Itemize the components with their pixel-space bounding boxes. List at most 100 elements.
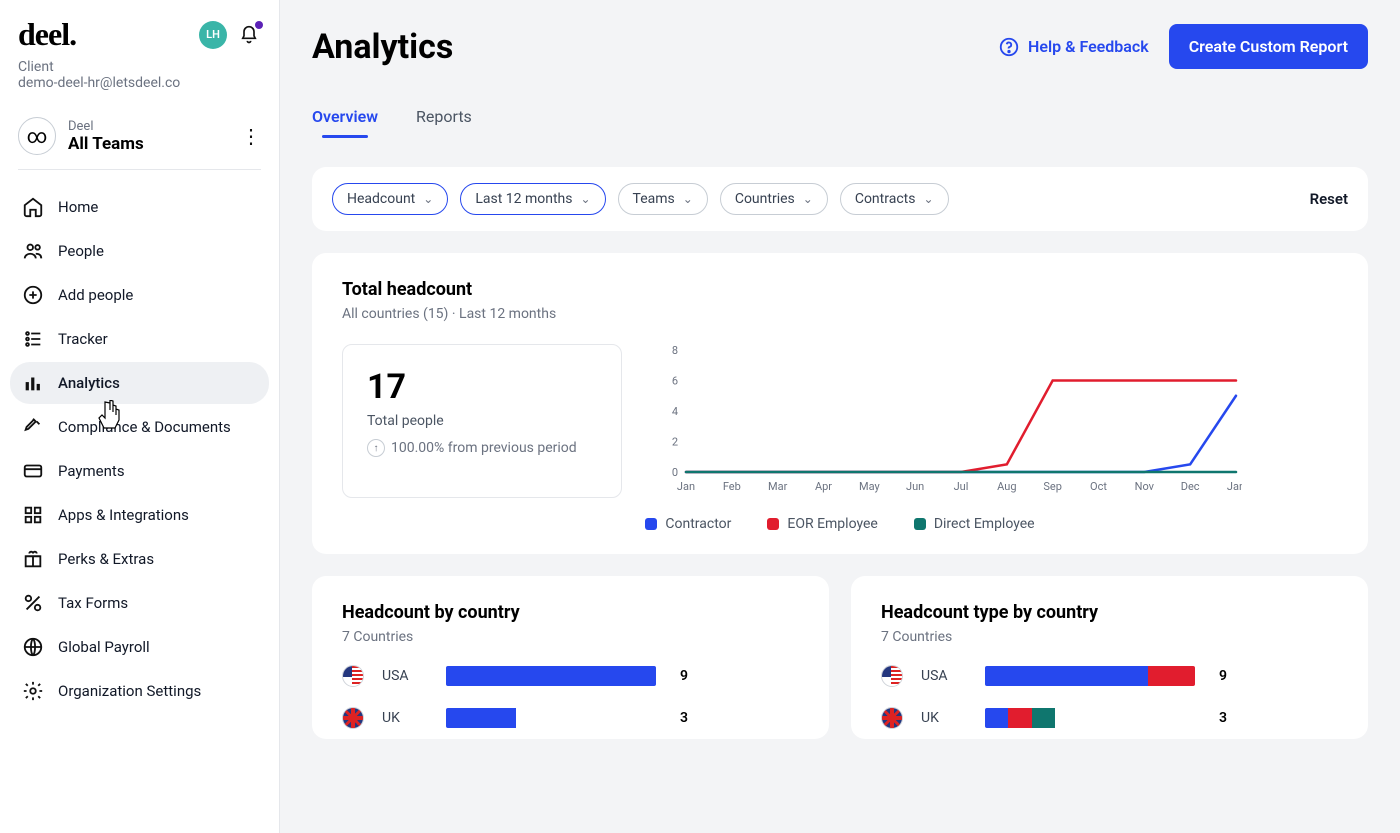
headcount-type-by-country-card: Headcount type by country 7 Countries US…: [851, 576, 1368, 739]
filter-headcount[interactable]: Headcount⌄: [332, 183, 448, 215]
country-row: UK 3: [881, 707, 1338, 729]
reset-filters-button[interactable]: Reset: [1310, 190, 1348, 208]
filter-teams[interactable]: Teams⌄: [618, 183, 708, 215]
sidebar-item-label: Perks & Extras: [58, 550, 154, 568]
team-scope: All Teams: [68, 134, 144, 154]
total-people-stat: 17 Total people ↑ 100.00% from previous …: [342, 344, 622, 498]
svg-text:Dec: Dec: [1181, 480, 1200, 493]
sidebar-item-label: People: [58, 242, 104, 260]
create-custom-report-button[interactable]: Create Custom Report: [1169, 24, 1368, 69]
stat-label: Total people: [367, 413, 597, 429]
tab-overview[interactable]: Overview: [312, 99, 378, 138]
svg-text:2: 2: [672, 436, 678, 449]
sidebar-item-analytics[interactable]: Analytics: [10, 362, 269, 404]
sidebar-item-org-settings[interactable]: Organization Settings: [10, 670, 269, 712]
country-value: 9: [1219, 668, 1227, 684]
headcount-by-country-card: Headcount by country 7 Countries USA9UK3: [312, 576, 829, 739]
country-row: USA9: [342, 665, 799, 687]
sidebar-item-label: Apps & Integrations: [58, 506, 189, 524]
country-code: USA: [921, 668, 967, 684]
card-subtitle: All countries (15) · Last 12 months: [342, 306, 1338, 322]
gear-icon: [22, 680, 44, 702]
svg-text:Nov: Nov: [1135, 480, 1155, 493]
account-type-label: Client: [18, 59, 261, 75]
sidebar-item-label: Analytics: [58, 374, 120, 392]
bar: [446, 708, 656, 728]
team-switcher[interactable]: ∞ Deel All Teams ⋮: [0, 99, 279, 169]
kebab-icon[interactable]: ⋮: [241, 124, 261, 148]
country-value: 3: [1219, 710, 1227, 726]
country-row: USA 9: [881, 665, 1338, 687]
svg-text:4: 4: [672, 405, 678, 418]
percent-icon: [22, 592, 44, 614]
account-email: demo-deel-hr@letsdeel.co: [18, 75, 261, 91]
main-content: Analytics Help & Feedback Create Custom …: [280, 0, 1400, 833]
svg-text:Jan: Jan: [677, 480, 695, 493]
trend-up-icon: ↑: [367, 439, 385, 457]
legend-direct: Direct Employee: [914, 516, 1035, 532]
people-icon: [22, 240, 44, 262]
total-headcount-card: Total headcount All countries (15) · Las…: [312, 253, 1368, 554]
analytics-icon: [22, 372, 44, 394]
headcount-line-chart: 02468JanFebMarAprMayJunJulAugSepOctNovDe…: [662, 344, 1338, 498]
flag-icon: [342, 665, 364, 687]
svg-text:Jun: Jun: [906, 480, 924, 493]
flag-icon: [342, 707, 364, 729]
sidebar-item-home[interactable]: Home: [10, 186, 269, 228]
country-value: 3: [680, 710, 688, 726]
compliance-icon: [22, 416, 44, 438]
card-title: Headcount type by country: [881, 602, 1338, 623]
sidebar-item-label: Add people: [58, 286, 133, 304]
filter-period[interactable]: Last 12 months⌄: [460, 183, 605, 215]
help-feedback-link[interactable]: Help & Feedback: [998, 36, 1149, 58]
card-subtitle: 7 Countries: [881, 629, 1338, 645]
sidebar-item-label: Organization Settings: [58, 682, 201, 700]
org-name: Deel: [68, 119, 144, 134]
stat-trend-text: 100.00% from previous period: [391, 440, 577, 456]
sidebar-item-payments[interactable]: Payments: [10, 450, 269, 492]
infinity-icon: ∞: [18, 117, 56, 155]
svg-text:Sep: Sep: [1043, 480, 1062, 493]
svg-text:0: 0: [672, 466, 678, 479]
svg-text:Oct: Oct: [1090, 480, 1107, 493]
country-row: UK 3: [342, 707, 799, 729]
legend-eor: EOR Employee: [767, 516, 877, 532]
bar: [985, 666, 1195, 686]
flag-icon: [881, 707, 903, 729]
stat-value: 17: [367, 367, 597, 407]
chevron-down-icon: ⌄: [423, 192, 433, 206]
sidebar-item-apps[interactable]: Apps & Integrations: [10, 494, 269, 536]
sidebar-item-label: Payments: [58, 462, 125, 480]
sidebar: deel. LH Client demo-deel-hr@letsdeel.co…: [0, 0, 280, 833]
gift-icon: [22, 548, 44, 570]
sidebar-item-label: Global Payroll: [58, 638, 150, 656]
svg-text:8: 8: [672, 344, 678, 357]
legend-contractor: Contractor: [645, 516, 731, 532]
chevron-down-icon: ⌄: [580, 192, 590, 206]
filter-contracts[interactable]: Contracts⌄: [840, 183, 949, 215]
tab-reports[interactable]: Reports: [416, 99, 472, 138]
user-avatar[interactable]: LH: [199, 21, 227, 49]
sidebar-item-label: Tax Forms: [58, 594, 128, 612]
country-value: 9: [680, 668, 688, 684]
bar: [446, 666, 656, 686]
notifications-bell-icon[interactable]: [237, 23, 261, 47]
page-title: Analytics: [312, 27, 453, 67]
country-code: UK: [382, 710, 428, 726]
chevron-down-icon: ⌄: [923, 192, 933, 206]
globe-icon: [22, 636, 44, 658]
country-code: UK: [921, 710, 967, 726]
help-label: Help & Feedback: [1028, 37, 1149, 56]
filter-countries[interactable]: Countries⌄: [720, 183, 828, 215]
sidebar-item-compliance[interactable]: Compliance & Documents: [10, 406, 269, 448]
filter-bar: Headcount⌄ Last 12 months⌄ Teams⌄ Countr…: [312, 167, 1368, 231]
sidebar-item-global-payroll[interactable]: Global Payroll: [10, 626, 269, 668]
chevron-down-icon: ⌄: [803, 192, 813, 206]
sidebar-item-add-people[interactable]: Add people: [10, 274, 269, 316]
sidebar-item-perks[interactable]: Perks & Extras: [10, 538, 269, 580]
brand-logo[interactable]: deel.: [18, 16, 76, 53]
sidebar-item-tracker[interactable]: Tracker: [10, 318, 269, 360]
card-subtitle: 7 Countries: [342, 629, 799, 645]
sidebar-item-tax-forms[interactable]: Tax Forms: [10, 582, 269, 624]
sidebar-item-people[interactable]: People: [10, 230, 269, 272]
